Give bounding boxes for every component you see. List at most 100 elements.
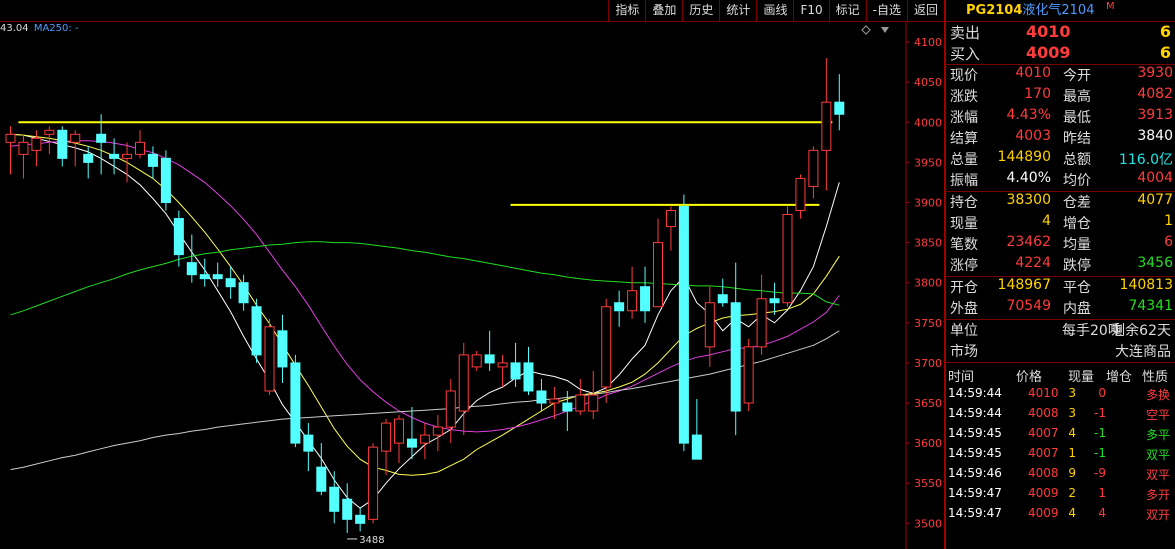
kline-chart[interactable]: 4100 4050 4000 3950 3900 3850 3800 3750 3700 3650… [0,22,944,549]
candle-body [225,278,236,288]
stat-label: 开仓 [950,280,978,296]
candle-body [471,354,482,368]
candle-body [70,133,81,143]
tick-open-interest-change: 4 [1098,506,1106,520]
candle-body [83,153,94,163]
unit-label: 单位 [950,323,978,339]
candle-body [31,137,42,151]
tick-row[interactable]: 14:59:44 4008 3 -1 空平 [946,403,1175,423]
candle-body [445,390,456,428]
stat-label: 现量 [950,216,978,232]
toolbar-button[interactable]: 叠加 [645,0,682,21]
diamond-icon [861,25,871,35]
candle-body [368,446,379,520]
toolbar-button[interactable]: 指标 [608,0,645,21]
stat-row: 振幅 4.40% 均价 4004 [946,170,1175,191]
stat-row: 开仓 148967 平仓 140813 [946,277,1175,298]
price-axis-label: 4100 [914,36,942,49]
tick-row[interactable]: 14:59:47 4009 2 1 多开 [946,483,1175,503]
stat-value: 4 [1042,213,1051,229]
main-contract-mark: M [1106,1,1115,12]
tick-row[interactable]: 14:59:44 4010 3 0 多换 [946,383,1175,403]
tick-list[interactable]: 14:59:44 4010 3 0 多换 14:59:44 4008 3 -1 空平 14:59:4… [946,383,1175,523]
toolbar-button[interactable]: F10 [793,0,828,21]
stat-label: 涨跌 [950,89,978,105]
stat-row: 现价 4010 今开 3930 [946,65,1175,86]
unit-row: 单位 每手20吨 剩余62天 [946,320,1175,341]
stat-label: 涨停 [950,258,978,274]
tick-row[interactable]: 14:59:45 4007 1 -1 双平 [946,443,1175,463]
tick-open-interest-change: -9 [1094,466,1106,480]
candle-body [717,294,728,304]
stat-label: 振幅 [950,173,978,189]
candle-body [199,274,210,280]
stat-value: 74341 [1128,298,1173,314]
toolbar-button[interactable]: 返回 [906,0,944,21]
candle-body [147,153,158,167]
price-axis-label: 4050 [914,76,942,89]
stat-row: 涨停 4224 跌停 3456 [946,255,1175,276]
candle-body [18,141,29,155]
sell-row: 卖出 4010 6 [946,22,1175,43]
stat-label: 结算 [950,131,978,147]
tick-time: 14:59:47 [948,506,1002,520]
candle-body [743,346,754,404]
toolbar-button[interactable]: 画线 [756,0,793,21]
candle-body [678,205,689,444]
toolbar-button[interactable]: 历史 [682,0,719,21]
candle-body [212,274,223,280]
toolbar-button[interactable]: 标记 [828,0,866,21]
stat-label: 笔数 [950,237,978,253]
price-axis-label: 3700 [914,357,942,370]
toolbar-button[interactable]: -自选 [865,0,907,21]
stat-label: 外盘 [950,301,978,317]
quote-panel: PG2104液化气2104 M 卖出 4010 6 买入 4009 6 现价 401… [944,0,1175,549]
buy-price: 4009 [1026,43,1071,62]
candle-body [57,129,68,159]
stat-label: 最低 [1063,110,1091,126]
candle-body [665,210,676,228]
tick-row[interactable]: 14:59:47 4009 4 4 双开 [946,503,1175,523]
candle-body [523,362,534,392]
stat-row: 总量 144890 总额 116.0亿 [946,149,1175,170]
price-axis-label: 3800 [914,277,942,290]
stat-label: 今开 [1063,68,1091,84]
stat-value: 140813 [1119,277,1173,293]
candle-body [614,302,625,312]
candle-body [316,466,327,492]
tick-open-interest-change: -1 [1094,406,1106,420]
candle-body [627,290,638,312]
stat-label: 均价 [1063,173,1091,189]
tick-time: 14:59:47 [948,486,1002,500]
candle-body [691,434,702,460]
stat-value: 148967 [997,277,1051,293]
candle-body [342,498,353,520]
candle-body [834,101,845,115]
contract-title: PG2104液化气2104 M [946,0,1175,22]
tick-row[interactable]: 14:59:45 4007 4 -1 多平 [946,423,1175,443]
stat-value: 3930 [1137,65,1173,81]
stat-row: 涨跌 170 最高 4082 [946,86,1175,107]
market-label: 市场 [950,344,978,360]
toolbar-buttons: 指标 叠加 历史 统计 画线 F10 标记 -自选 返回 [608,0,944,21]
stat-value: 3456 [1137,255,1173,271]
tick-nature: 多换 [1146,388,1171,402]
stat-value: 38300 [1006,192,1051,208]
price-axis-label: 3900 [914,196,942,209]
toolbar-button[interactable]: 统计 [719,0,756,21]
candle-body [653,242,663,308]
candle-body [303,434,314,452]
candle-body [730,302,741,412]
stat-label: 总量 [950,152,978,168]
stat-value: 4010 [1015,65,1051,81]
price-axis-label: 3600 [914,437,942,450]
moving-average-line [10,241,840,316]
candle-body [458,354,469,412]
candle-body [5,133,16,143]
candle-body [277,330,288,368]
candle-body [432,426,443,436]
tick-time: 14:59:44 [948,406,1002,420]
tick-row[interactable]: 14:59:46 4008 9 -9 双平 [946,463,1175,483]
chart-toolbar: 指标 叠加 历史 统计 画线 F10 标记 -自选 返回 [0,0,944,22]
candle-body [44,129,55,135]
